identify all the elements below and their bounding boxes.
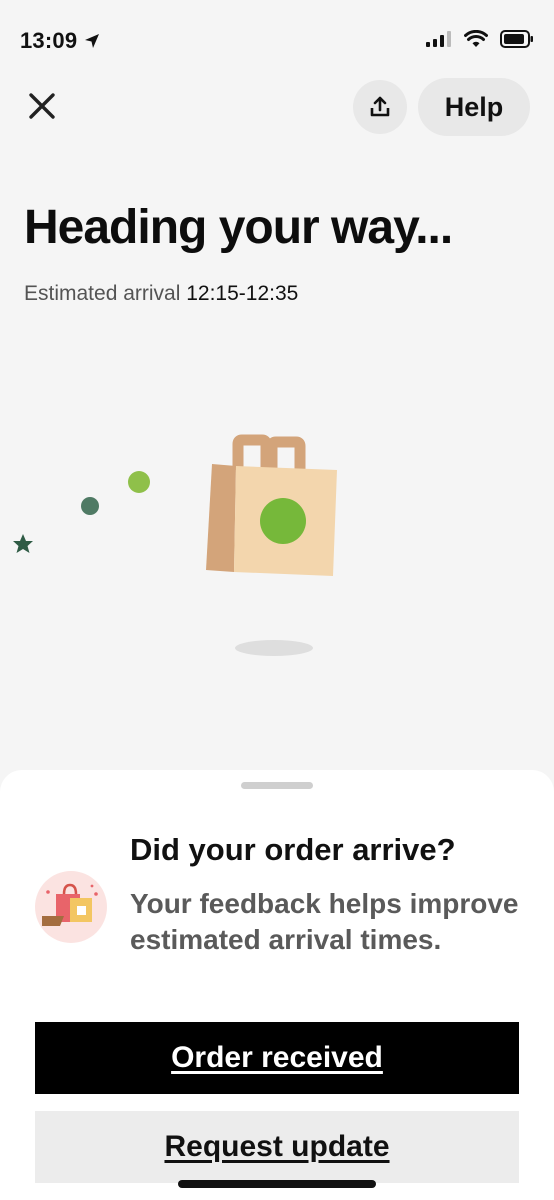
close-button[interactable] xyxy=(22,86,62,126)
motion-dot-light xyxy=(128,471,150,493)
shopping-bags-icon xyxy=(35,871,107,943)
home-indicator[interactable] xyxy=(178,1180,376,1188)
status-time-group: 13:09 xyxy=(20,28,101,54)
star-icon xyxy=(13,534,33,553)
close-icon xyxy=(29,93,55,119)
estimated-arrival: Estimated arrival 12:15-12:35 xyxy=(24,282,298,306)
eta-label: Estimated arrival xyxy=(24,282,181,305)
page-title: Heading your way... xyxy=(24,201,453,254)
status-icons xyxy=(426,30,534,48)
motion-dot-dark xyxy=(81,497,99,515)
cellular-signal-icon xyxy=(426,31,451,47)
wifi-icon xyxy=(464,30,488,47)
share-icon xyxy=(370,96,390,117)
sheet-title: Did your order arrive? xyxy=(130,832,456,867)
battery-icon xyxy=(500,30,533,48)
eta-value: 12:15-12:35 xyxy=(186,282,299,305)
sheet-drag-handle[interactable] xyxy=(241,782,313,789)
request-update-button[interactable]: Request update xyxy=(35,1111,519,1183)
delivery-bag-illustration xyxy=(13,434,337,656)
status-bar: 13:09 xyxy=(0,0,554,80)
sheet-description: Your feedback helps improve estimated ar… xyxy=(130,888,519,955)
feedback-sheet: Did your order arrive? Your feedback hel… xyxy=(0,770,554,1200)
location-arrow-icon xyxy=(85,34,100,48)
status-time: 13:09 xyxy=(20,28,78,53)
bag-shadow xyxy=(235,640,313,656)
order-received-button[interactable]: Order received xyxy=(35,1022,519,1094)
share-button[interactable] xyxy=(353,80,407,134)
bag-dot xyxy=(260,498,306,544)
help-button[interactable]: Help xyxy=(418,78,530,136)
